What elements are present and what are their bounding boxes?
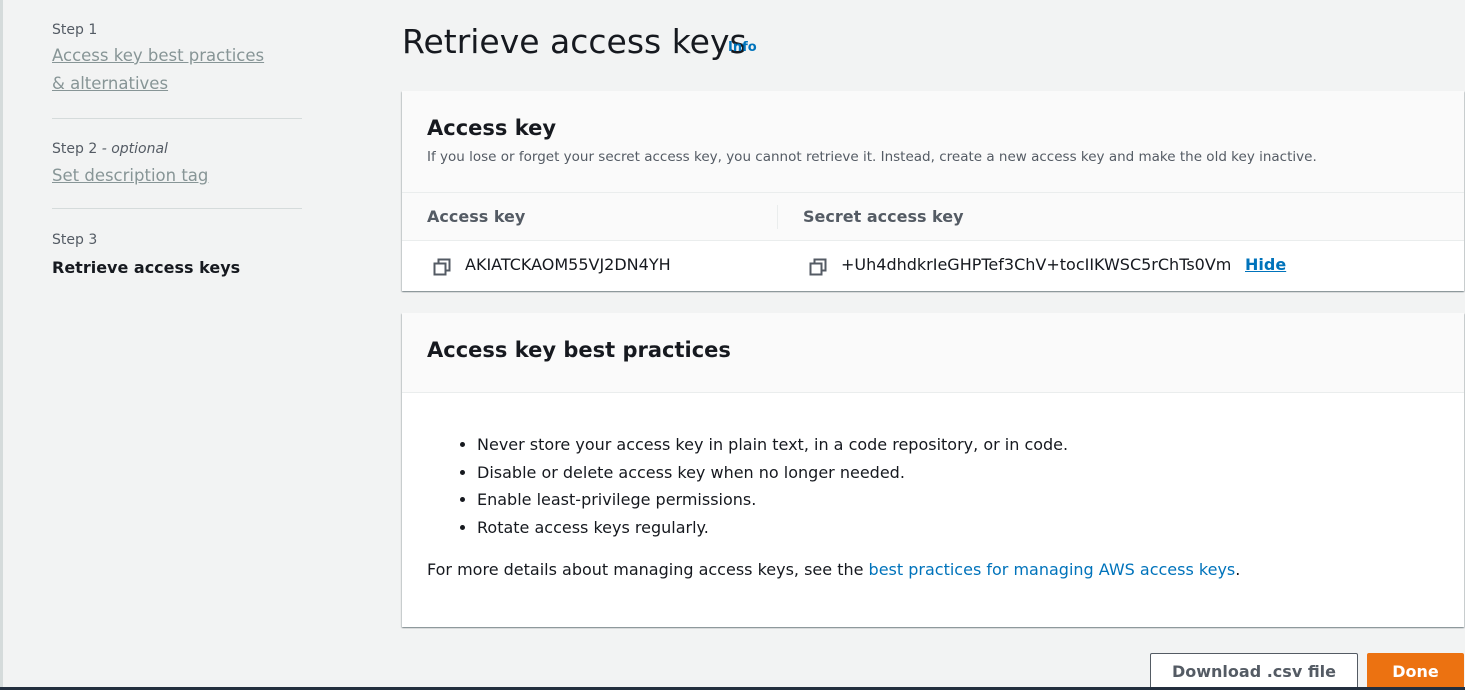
step-2-label: Step 2 - optional — [52, 139, 302, 159]
access-key-panel: Access key If you lose or forget your se… — [402, 91, 1464, 291]
list-item: Never store your access key in plain tex… — [477, 431, 1068, 459]
step-2-optional: - optional — [101, 141, 168, 157]
step-3-title: Retrieve access keys — [52, 258, 241, 277]
access-key-value: AKIATCKAOM55VJ2DN4YH — [465, 255, 671, 274]
download-csv-button[interactable]: Download .csv file — [1150, 653, 1358, 689]
best-practices-panel: Access key best practices Never store yo… — [402, 313, 1464, 627]
step-2: Step 2 - optional Set description tag — [52, 139, 302, 190]
more-details-text: For more details about managing access k… — [427, 560, 1240, 579]
copy-icon[interactable] — [809, 258, 827, 276]
step-3: Step 3 Retrieve access keys — [52, 230, 302, 282]
more-details-suffix: . — [1235, 560, 1241, 579]
column-access-key: Access key — [427, 207, 526, 226]
list-item: Enable least-privilege permissions. — [477, 486, 1068, 514]
info-link[interactable]: Info — [728, 40, 757, 55]
access-key-panel-title: Access key — [427, 116, 557, 140]
column-secret-access-key: Secret access key — [803, 207, 964, 226]
step-1-label: Step 1 — [52, 22, 98, 38]
list-item: Rotate access keys regularly. — [477, 514, 1068, 542]
step-3-label: Step 3 — [52, 232, 98, 248]
page-title: Retrieve access keys — [402, 22, 747, 61]
table-row: AKIATCKAOM55VJ2DN4YH +Uh4dhdkrIeGHPTef3C… — [402, 241, 1464, 291]
wizard-stepper: Step 1 Access key best practices & alter… — [52, 20, 302, 282]
access-key-table-header: Access key Secret access key — [402, 193, 1464, 241]
best-practices-list: Never store your access key in plain tex… — [457, 431, 1068, 541]
left-edge — [0, 0, 3, 690]
done-button[interactable]: Done — [1367, 653, 1464, 689]
secret-access-key-value: +Uh4dhdkrIeGHPTef3ChV+tocIIKWSC5rChTs0Vm — [841, 255, 1232, 274]
best-practices-panel-header: Access key best practices — [402, 313, 1464, 393]
copy-icon[interactable] — [433, 258, 451, 276]
column-separator — [777, 205, 778, 229]
step-1-link[interactable]: Access key best practices & alternatives — [52, 42, 282, 98]
access-key-panel-description: If you lose or forget your secret access… — [427, 149, 1317, 165]
step-1: Step 1 Access key best practices & alter… — [52, 20, 302, 98]
step-divider — [52, 208, 302, 209]
step-2-number: Step 2 — [52, 141, 98, 157]
best-practices-panel-title: Access key best practices — [427, 338, 731, 362]
more-details-prefix: For more details about managing access k… — [427, 560, 869, 579]
hide-secret-link[interactable]: Hide — [1245, 255, 1286, 274]
step-divider — [52, 118, 302, 119]
step-2-link[interactable]: Set description tag — [52, 162, 302, 190]
best-practices-link[interactable]: best practices for managing AWS access k… — [869, 560, 1236, 579]
list-item: Disable or delete access key when no lon… — [477, 459, 1068, 487]
access-key-panel-header: Access key If you lose or forget your se… — [402, 91, 1464, 193]
